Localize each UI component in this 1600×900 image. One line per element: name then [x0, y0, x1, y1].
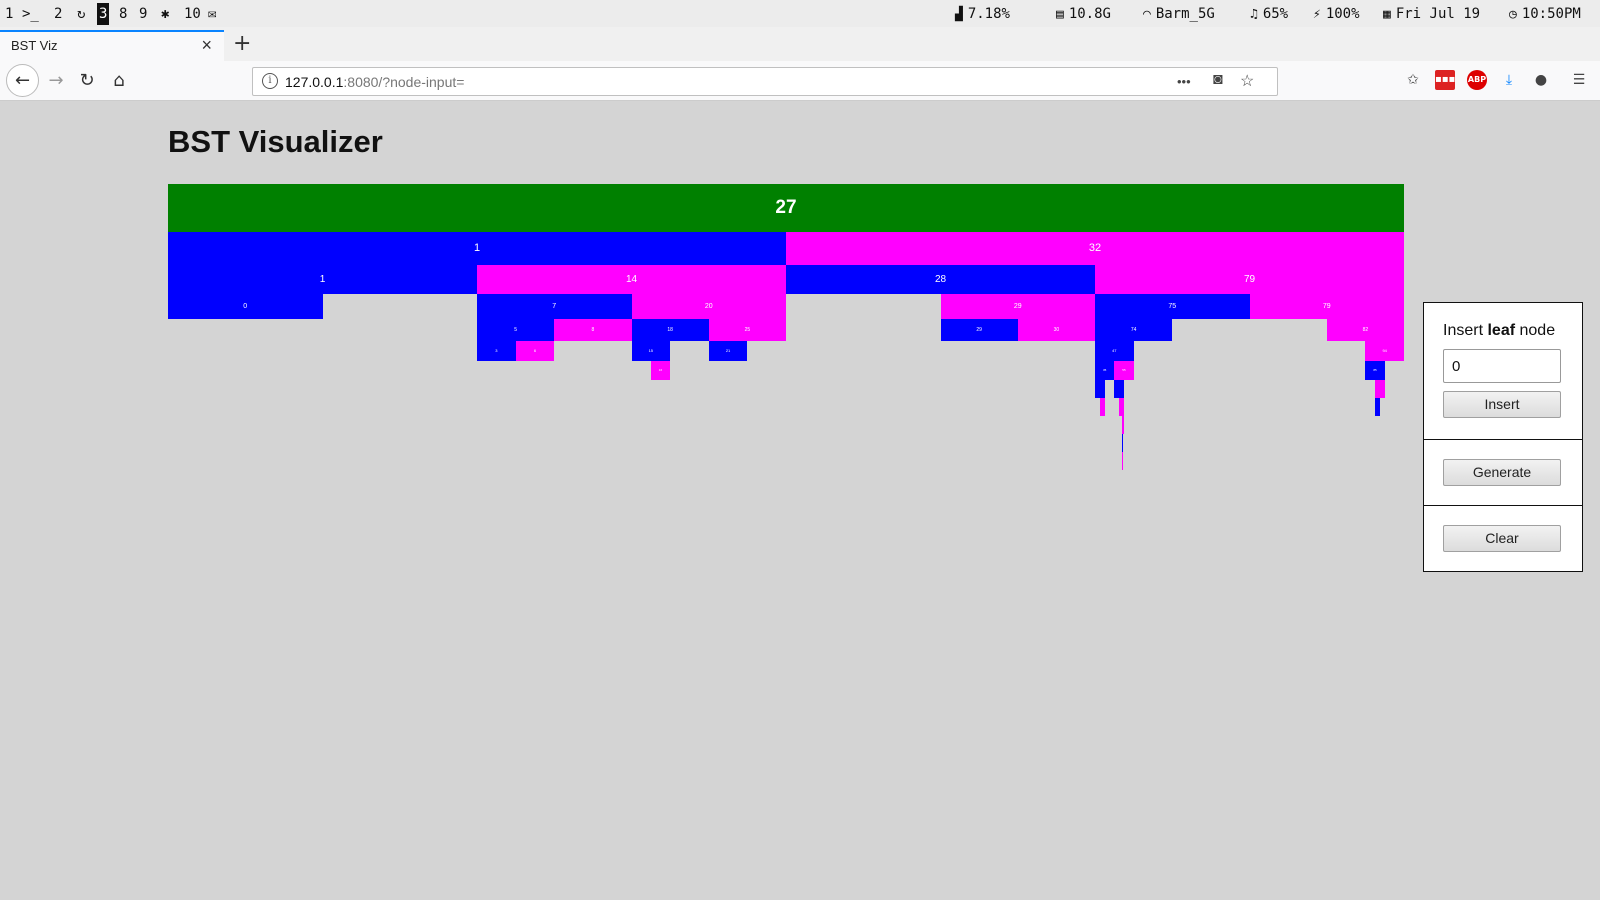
tab-bst-viz[interactable]: BST Viz ×	[0, 30, 224, 61]
workspace-2[interactable]: 2	[52, 3, 64, 25]
tree-node: 74	[1095, 319, 1173, 341]
insert-section: Insert leaf node Insert	[1424, 303, 1582, 440]
cpu-chart-icon: ▟	[955, 7, 963, 22]
workspace-1[interactable]: 1	[3, 3, 15, 25]
tree-node: 55	[1114, 361, 1134, 380]
new-tab-icon[interactable]: +	[233, 31, 251, 56]
tree-node: 27	[168, 184, 1404, 232]
generate-section: Generate	[1424, 440, 1582, 506]
tree-node: 16	[650, 361, 671, 380]
circle-arrow-icon[interactable]: ↻	[75, 3, 87, 25]
tree-node: 29	[940, 294, 1095, 319]
address-bar[interactable]: i 127.0.0.1:8080/?node-input= ••• ◙ ☆	[252, 67, 1278, 96]
control-panel: Insert leaf node Insert Generate Clear	[1423, 302, 1583, 572]
home-icon[interactable]: ⌂	[103, 65, 135, 97]
workspace-8[interactable]: 8	[117, 3, 129, 25]
account-icon[interactable]: ●	[1531, 70, 1551, 90]
tree-node: 79	[1249, 294, 1404, 319]
tree-node	[1119, 398, 1124, 416]
tree-node	[1095, 380, 1105, 398]
date-status: ▦ Fri Jul 19	[1383, 3, 1480, 25]
back-arrow-icon[interactable]: ←	[6, 64, 39, 97]
workspace-9[interactable]: 9	[137, 3, 149, 25]
clear-button[interactable]: Clear	[1443, 525, 1561, 552]
tab-title: BST Viz	[11, 38, 58, 53]
tree-node: 47	[1095, 341, 1134, 361]
tree-node: 25	[708, 319, 786, 341]
tree-node: 7	[477, 294, 632, 319]
volume-status: ♫ 65%	[1250, 3, 1288, 25]
time-status: ◷ 10:50PM	[1509, 3, 1581, 25]
pocket-icon[interactable]: ◙	[1213, 71, 1223, 89]
tree-node: 1	[168, 265, 477, 294]
close-tab-icon[interactable]: ×	[201, 35, 212, 56]
tree-node: 79	[1095, 265, 1404, 294]
calendar-icon: ▦	[1383, 7, 1391, 22]
navigation-toolbar: ← → ↻ ⌂ i 127.0.0.1:8080/?node-input= ••…	[0, 61, 1600, 101]
url-text[interactable]: 127.0.0.1:8080/?node-input=	[285, 74, 464, 90]
download-icon[interactable]: ⤓	[1499, 70, 1519, 90]
node-value-input[interactable]	[1443, 349, 1561, 383]
adblock-icon[interactable]: ABP	[1467, 70, 1487, 90]
tree-node	[1375, 380, 1385, 398]
tree-node: 15	[631, 341, 671, 361]
power-plug-icon: ⚡	[1313, 7, 1321, 22]
tree-node	[1375, 398, 1380, 416]
tree-node: 3	[477, 341, 516, 361]
memory-status: ▤ 10.8G	[1056, 3, 1111, 25]
forward-arrow-icon[interactable]: →	[40, 65, 72, 97]
tree-node: 21	[708, 341, 748, 361]
bookmarks-library-icon[interactable]: ✩	[1403, 70, 1423, 90]
tree-node	[1114, 380, 1124, 398]
tree-node: 94	[1365, 341, 1404, 361]
clear-section: Clear	[1424, 506, 1582, 571]
extension-red-icon[interactable]: ▪▪▪	[1435, 70, 1455, 90]
generate-button[interactable]: Generate	[1443, 459, 1561, 486]
tree-node: 35	[1095, 361, 1115, 380]
music-note-icon: ♫	[1250, 7, 1258, 22]
terminal-icon[interactable]: >_	[20, 3, 41, 25]
tree-node: 1	[168, 232, 786, 265]
tree-node: 28	[786, 265, 1095, 294]
workspace-10[interactable]: 10	[182, 3, 203, 25]
cpu-status: ▟ 7.18%	[955, 3, 1010, 25]
bookmark-star-icon[interactable]: ☆	[1240, 71, 1254, 91]
insert-heading: Insert leaf node	[1443, 322, 1556, 339]
workspace-3[interactable]: 3	[97, 3, 110, 25]
battery-status: ⚡ 100%	[1313, 3, 1360, 25]
clock-icon: ◷	[1509, 7, 1517, 22]
tree-node: 30	[1017, 319, 1095, 341]
tree-node	[1121, 416, 1124, 434]
tree-node: 8	[554, 319, 632, 341]
tree-node	[1121, 434, 1123, 452]
tree-node: 82	[1326, 319, 1404, 341]
memory-icon: ▤	[1056, 7, 1064, 22]
hamburger-menu-icon[interactable]: ☰	[1569, 70, 1589, 90]
tree-node: 18	[631, 319, 709, 341]
page-title: BST Visualizer	[168, 124, 383, 159]
tree-node	[1122, 452, 1124, 470]
reload-icon[interactable]: ↻	[71, 65, 103, 97]
tree-node: 75	[1095, 294, 1250, 319]
tree-node: 0	[168, 294, 323, 319]
tree-node: 6	[515, 341, 555, 361]
site-info-icon[interactable]: i	[262, 73, 278, 89]
tree-node: 5	[477, 319, 555, 341]
tree-node: 20	[631, 294, 786, 319]
wifi-status: ◠ Barm_5G	[1143, 3, 1215, 25]
tree-node	[1099, 398, 1105, 416]
more-actions-icon[interactable]: •••	[1177, 74, 1191, 89]
wifi-icon: ◠	[1143, 7, 1151, 22]
tree-node: 29	[940, 319, 1018, 341]
gear-icon[interactable]: ✱	[159, 3, 171, 25]
tree-node: 32	[786, 232, 1404, 265]
insert-button[interactable]: Insert	[1443, 391, 1561, 418]
tree-node: 14	[477, 265, 786, 294]
system-status-bar: 1 >_ 2 ↻ 3 8 9 ✱ 10 ✉ ▟ 7.18% ▤ 10.8G ◠ Barm_5G ♫ 65%…	[0, 0, 1600, 27]
mail-icon[interactable]: ✉	[206, 3, 218, 25]
tree-node: 85	[1365, 361, 1385, 380]
